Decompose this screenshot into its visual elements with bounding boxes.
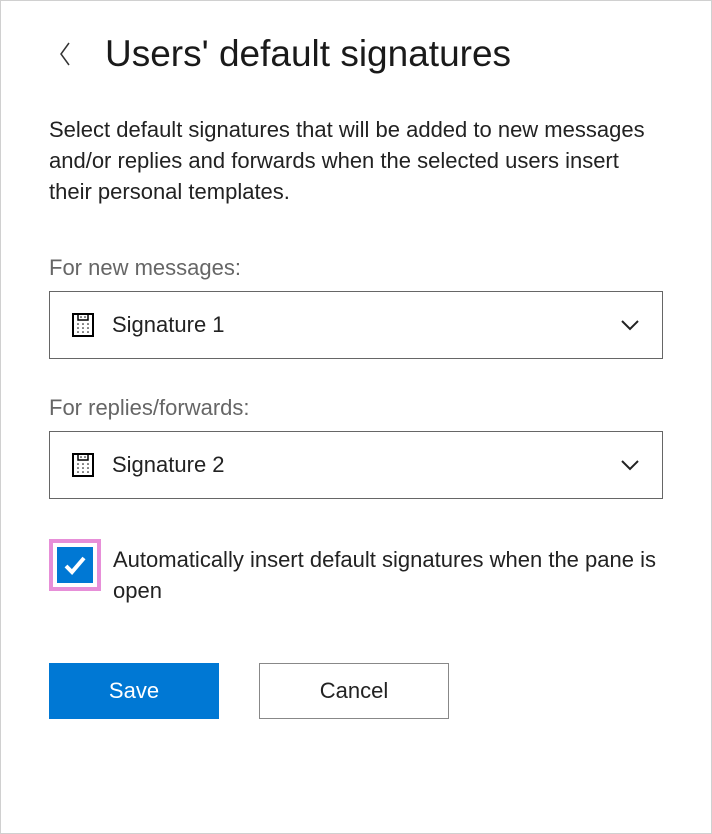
new-messages-label: For new messages: [49,255,663,281]
description-text: Select default signatures that will be a… [49,115,663,207]
replies-forwards-selected: Signature 2 [112,452,618,478]
cancel-button[interactable]: Cancel [259,663,449,719]
new-messages-selected: Signature 1 [112,312,618,338]
chevron-down-icon [618,453,642,477]
checkbox-highlight [49,539,101,591]
chevron-down-icon [618,313,642,337]
chevron-left-icon [57,40,73,68]
new-messages-field: For new messages: [49,255,663,359]
save-button[interactable]: Save [49,663,219,719]
new-messages-dropdown[interactable]: Signature 1 [49,291,663,359]
signature-icon [70,312,96,338]
back-button[interactable] [49,38,81,70]
page-title: Users' default signatures [105,33,511,75]
auto-insert-checkbox[interactable] [57,547,93,583]
auto-insert-row: Automatically insert default signatures … [49,539,663,607]
replies-forwards-field: For replies/forwards: [49,395,663,499]
header: Users' default signatures [49,33,663,75]
checkmark-icon [62,552,88,578]
replies-forwards-label: For replies/forwards: [49,395,663,421]
settings-panel: Users' default signatures Select default… [0,0,712,834]
signature-icon [70,452,96,478]
button-row: Save Cancel [49,663,663,719]
replies-forwards-dropdown[interactable]: Signature 2 [49,431,663,499]
auto-insert-label: Automatically insert default signatures … [113,539,663,607]
